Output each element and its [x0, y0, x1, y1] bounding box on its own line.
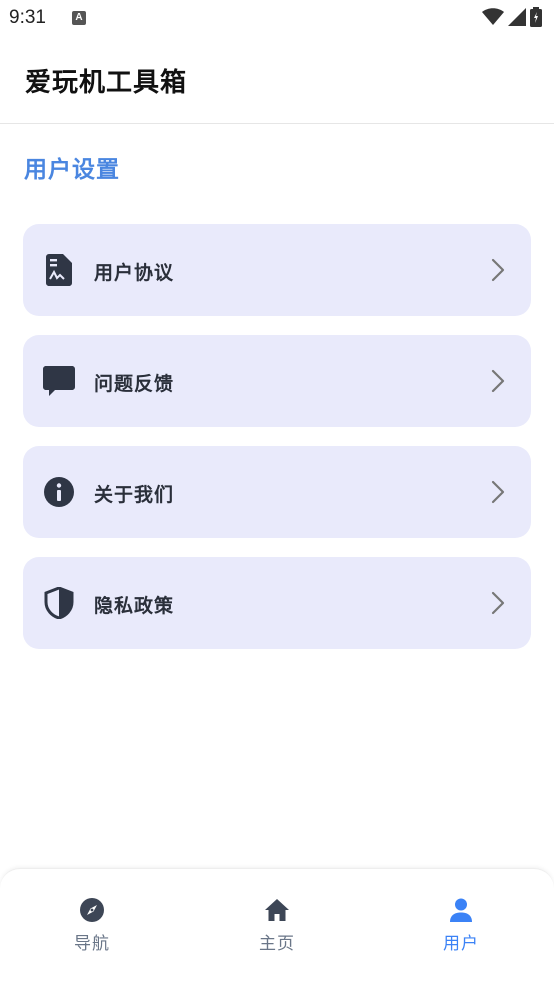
setting-item-feedback[interactable]: 问题反馈	[23, 335, 531, 427]
battery-icon	[530, 7, 542, 27]
status-indicators	[482, 7, 542, 27]
bottom-nav: 导航 主页 用户	[0, 868, 554, 985]
setting-label: 隐私政策	[94, 595, 175, 617]
compass-icon	[80, 898, 104, 922]
nav-label: 导航	[74, 934, 110, 954]
settings-list: 用户协议 问题反馈 关于我们 隐私政策	[23, 224, 531, 668]
chat-icon	[43, 365, 75, 397]
wifi-icon	[482, 8, 504, 25]
nav-item-navigation[interactable]: 导航	[32, 897, 152, 957]
nav-item-home[interactable]: 主页	[217, 897, 337, 957]
user-icon	[450, 898, 472, 922]
info-icon	[43, 476, 75, 508]
setting-item-privacy-policy[interactable]: 隐私政策	[23, 557, 531, 649]
status-bar: 9:31 A	[0, 0, 554, 38]
shield-icon	[43, 587, 75, 619]
chevron-right-icon	[491, 258, 505, 282]
notification-a-icon: A	[72, 11, 86, 25]
nav-label: 主页	[259, 934, 295, 954]
setting-label: 用户协议	[94, 262, 175, 284]
signal-icon	[508, 8, 526, 26]
section-title: 用户设置	[24, 157, 120, 183]
setting-item-user-agreement[interactable]: 用户协议	[23, 224, 531, 316]
status-time: 9:31	[9, 7, 46, 28]
chevron-right-icon	[491, 480, 505, 504]
nav-label: 用户	[443, 934, 479, 954]
document-icon	[43, 254, 75, 286]
setting-label: 关于我们	[94, 484, 175, 506]
setting-label: 问题反馈	[94, 373, 175, 395]
setting-item-about-us[interactable]: 关于我们	[23, 446, 531, 538]
nav-item-user[interactable]: 用户	[401, 897, 521, 957]
app-title: 爱玩机工具箱	[25, 68, 188, 98]
chevron-right-icon	[491, 369, 505, 393]
chevron-right-icon	[491, 591, 505, 615]
home-icon	[265, 899, 289, 921]
app-header: 爱玩机工具箱	[0, 38, 554, 124]
